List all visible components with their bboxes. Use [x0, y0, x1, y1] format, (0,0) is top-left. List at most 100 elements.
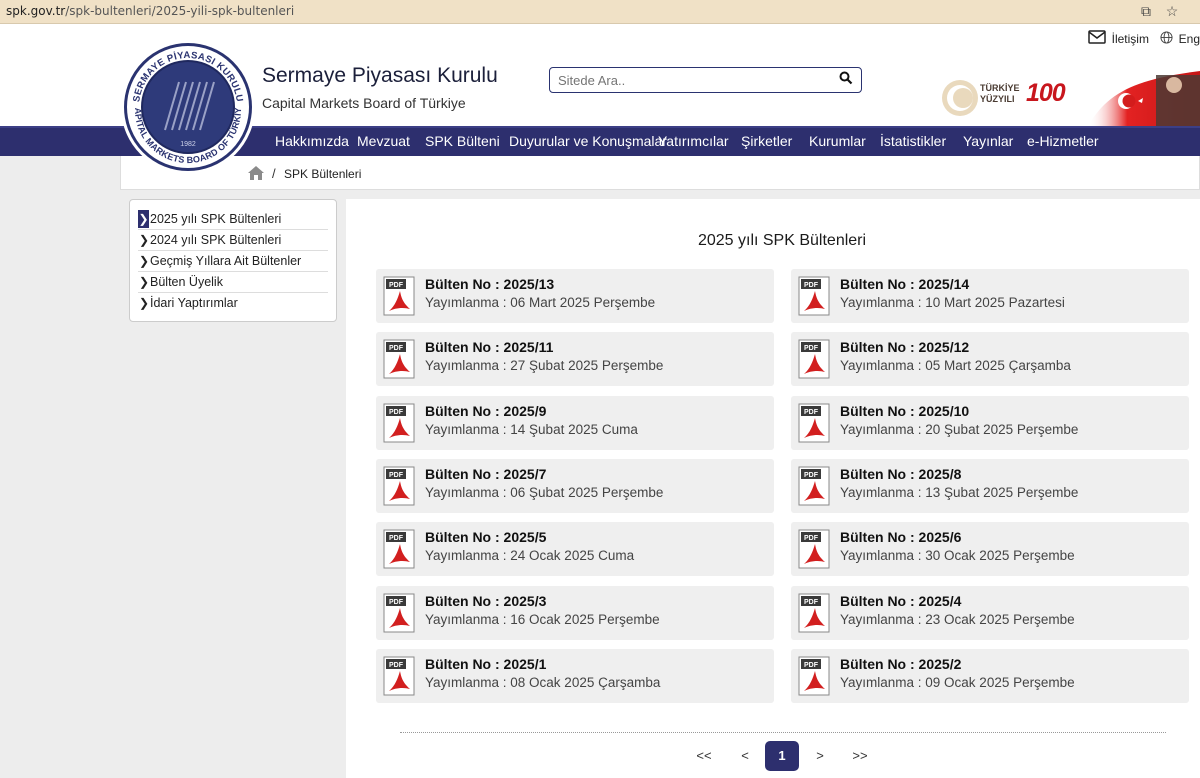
contact-link[interactable]: İletişim: [1112, 32, 1149, 46]
pagination-first[interactable]: <<: [694, 741, 714, 771]
nav-spk-bulteni[interactable]: SPK Bülteni: [425, 133, 500, 149]
svg-text:PDF: PDF: [389, 662, 404, 669]
bulletin-title[interactable]: Bülten No : 2025/5: [425, 529, 546, 545]
chevron-right-icon: ❯: [139, 296, 150, 310]
sidebar-item-sanctions[interactable]: ❯ İdari Yaptırımlar: [138, 293, 328, 314]
search-input[interactable]: [558, 69, 838, 91]
main-content: 2025 yılı SPK Bültenleri PDF Bülten No : …: [346, 199, 1200, 778]
bulletin-title[interactable]: Bülten No : 2025/6: [840, 529, 961, 545]
pdf-icon[interactable]: PDF: [383, 656, 415, 696]
bulletin-date: Yayımlanma : 05 Mart 2025 Çarşamba: [840, 358, 1071, 374]
bulletin-card[interactable]: PDF Bülten No : 2025/8 Yayımlanma : 13 Şub…: [791, 458, 1189, 513]
nav-yatirimcilar[interactable]: Yatırımcılar: [658, 133, 729, 149]
bulletin-card[interactable]: PDF Bülten No : 2025/4 Yayımlanma : 23 Oca…: [791, 585, 1189, 640]
bulletin-date: Yayımlanma : 27 Şubat 2025 Perşembe: [425, 358, 664, 374]
sidebar-item-2025[interactable]: ❯ 2025 yılı SPK Bültenleri: [138, 209, 328, 230]
svg-text:PDF: PDF: [389, 409, 404, 416]
pdf-icon[interactable]: PDF: [798, 656, 830, 696]
bulletin-title[interactable]: Bülten No : 2025/13: [425, 276, 554, 292]
pdf-icon[interactable]: PDF: [798, 403, 830, 443]
pagination-next[interactable]: >: [813, 741, 827, 771]
logo-emblem: 1982: [141, 60, 235, 154]
pdf-icon[interactable]: PDF: [383, 403, 415, 443]
spk-logo[interactable]: SERMAYE PİYASASI KURULU CAPITAL MARKETS …: [121, 40, 255, 174]
bulletin-title[interactable]: Bülten No : 2025/2: [840, 656, 961, 672]
nav-istatistikler[interactable]: İstatistikler: [880, 133, 946, 149]
breadcrumb-current[interactable]: SPK Bültenleri: [284, 167, 361, 181]
svg-text:PDF: PDF: [804, 535, 819, 542]
bulletin-title[interactable]: Bülten No : 2025/9: [425, 403, 546, 419]
top-links: İletişim Eng: [1088, 30, 1200, 47]
bulletin-title[interactable]: Bülten No : 2025/8: [840, 466, 961, 482]
bookmark-star-icon[interactable]: ☆: [1163, 2, 1181, 20]
bulletin-date: Yayımlanma : 06 Şubat 2025 Perşembe: [425, 484, 664, 500]
nav-mevzuat[interactable]: Mevzuat: [357, 133, 410, 149]
pdf-icon[interactable]: PDF: [798, 593, 830, 633]
svg-text:PDF: PDF: [804, 662, 819, 669]
bulletin-card[interactable]: PDF Bülten No : 2025/13 Yayımlanma : 06 Ma…: [376, 269, 774, 323]
bulletin-card[interactable]: PDF Bülten No : 2025/14 Yayımlanma : 10 Ma…: [791, 269, 1189, 323]
globe-icon[interactable]: [1160, 30, 1173, 47]
browser-address-bar: spk.gov.tr/spk-bultenleri/2025-yili-spk-…: [0, 0, 1200, 24]
bulletin-card[interactable]: PDF Bülten No : 2025/12 Yayımlanma : 05 Ma…: [791, 332, 1189, 387]
search-box[interactable]: [549, 67, 862, 93]
nav-duyurular[interactable]: Duyurular ve Konuşmalar: [509, 133, 667, 149]
address-url[interactable]: spk.gov.tr/spk-bultenleri/2025-yili-spk-…: [6, 4, 294, 18]
install-app-icon[interactable]: ⧉: [1137, 2, 1155, 20]
bulletin-date: Yayımlanma : 06 Mart 2025 Perşembe: [425, 295, 656, 310]
nav-hakkimizda[interactable]: Hakkımızda: [275, 133, 349, 149]
svg-text:PDF: PDF: [804, 345, 819, 352]
bulletin-title[interactable]: Bülten No : 2025/4: [840, 593, 961, 609]
bulletin-card[interactable]: PDF Bülten No : 2025/3 Yayımlanma : 16 Oca…: [376, 585, 774, 640]
language-link[interactable]: Eng: [1179, 32, 1200, 46]
pdf-icon[interactable]: PDF: [383, 529, 415, 569]
bulletin-date: Yayımlanma : 08 Ocak 2025 Çarşamba: [425, 674, 661, 690]
sidebar-item-label: İdari Yaptırımlar: [150, 296, 238, 310]
bulletin-title[interactable]: Bülten No : 2025/12: [840, 339, 969, 355]
bulletin-title[interactable]: Bülten No : 2025/11: [425, 339, 553, 355]
org-name[interactable]: Sermaye Piyasası Kurulu: [262, 64, 498, 88]
sidebar-item-2024[interactable]: ❯ 2024 yılı SPK Bültenleri: [138, 230, 328, 251]
pdf-icon[interactable]: PDF: [798, 466, 830, 506]
pdf-icon[interactable]: PDF: [383, 339, 415, 379]
sidebar-item-past-years[interactable]: ❯ Geçmiş Yıllara Ait Bültenler: [138, 251, 328, 272]
bulletin-card[interactable]: PDF Bülten No : 2025/6 Yayımlanma : 30 Oca…: [791, 522, 1189, 577]
pdf-icon[interactable]: PDF: [798, 339, 830, 379]
pagination-prev[interactable]: <: [738, 741, 752, 771]
bulletin-date: Yayımlanma : 30 Ocak 2025 Perşembe: [840, 548, 1075, 564]
bulletin-card[interactable]: PDF Bülten No : 2025/2 Yayımlanma : 09 Oca…: [791, 648, 1189, 703]
pagination-last[interactable]: >>: [850, 741, 870, 771]
bulletin-card[interactable]: PDF Bülten No : 2025/5 Yayımlanma : 24 Oca…: [376, 522, 774, 577]
bulletin-title[interactable]: Bülten No : 2025/3: [425, 593, 546, 609]
bulletin-title[interactable]: Bülten No : 2025/7: [425, 466, 546, 482]
bulletin-card[interactable]: PDF Bülten No : 2025/1 Yayımlanma : 08 Oca…: [376, 648, 774, 703]
bulletin-title[interactable]: Bülten No : 2025/10: [840, 403, 969, 419]
svg-text:PDF: PDF: [804, 282, 819, 289]
bulletin-title[interactable]: Bülten No : 2025/14: [840, 276, 969, 292]
nav-kurumlar[interactable]: Kurumlar: [809, 133, 866, 149]
turkiye-yuzyili-badge: TÜRKİYE YÜZYILI 100: [938, 71, 1200, 126]
bulletin-card[interactable]: PDF Bülten No : 2025/7 Yayımlanma : 06 Şub…: [376, 458, 774, 513]
page-title: 2025 yılı SPK Bültenleri: [697, 232, 867, 249]
pdf-icon[interactable]: PDF: [798, 276, 830, 316]
nav-sirketler[interactable]: Şirketler: [741, 133, 792, 149]
bulletin-card[interactable]: PDF Bülten No : 2025/10 Yayımlanma : 20 Şu…: [791, 395, 1189, 450]
pdf-icon[interactable]: PDF: [798, 529, 830, 569]
pdf-icon[interactable]: PDF: [383, 276, 415, 316]
mail-icon[interactable]: [1088, 30, 1107, 47]
pdf-icon[interactable]: PDF: [383, 593, 415, 633]
sidebar-item-subscription[interactable]: ❯ Bülten Üyelik: [138, 272, 328, 293]
svg-text:PDF: PDF: [389, 345, 404, 352]
bulletin-card[interactable]: PDF Bülten No : 2025/9 Yayımlanma : 14 Şub…: [376, 395, 774, 450]
pagination-current[interactable]: 1: [765, 741, 799, 771]
bulletin-title[interactable]: Bülten No : 2025/1: [425, 656, 546, 672]
nav-e-hizmetler[interactable]: e-Hizmetler: [1027, 133, 1099, 149]
bulletin-card[interactable]: PDF Bülten No : 2025/11 Yayımlanma : 27 Şu…: [376, 332, 774, 387]
chevron-right-icon: ❯: [139, 233, 150, 247]
search-icon[interactable]: [839, 71, 855, 87]
bulletin-date: Yayımlanma : 14 Şubat 2025 Cuma: [425, 421, 638, 437]
bulletin-date: Yayımlanma : 10 Mart 2025 Pazartesi: [840, 295, 1065, 310]
svg-text:PDF: PDF: [389, 282, 404, 289]
pdf-icon[interactable]: PDF: [383, 466, 415, 506]
nav-yayinlar[interactable]: Yayınlar: [963, 133, 1013, 149]
